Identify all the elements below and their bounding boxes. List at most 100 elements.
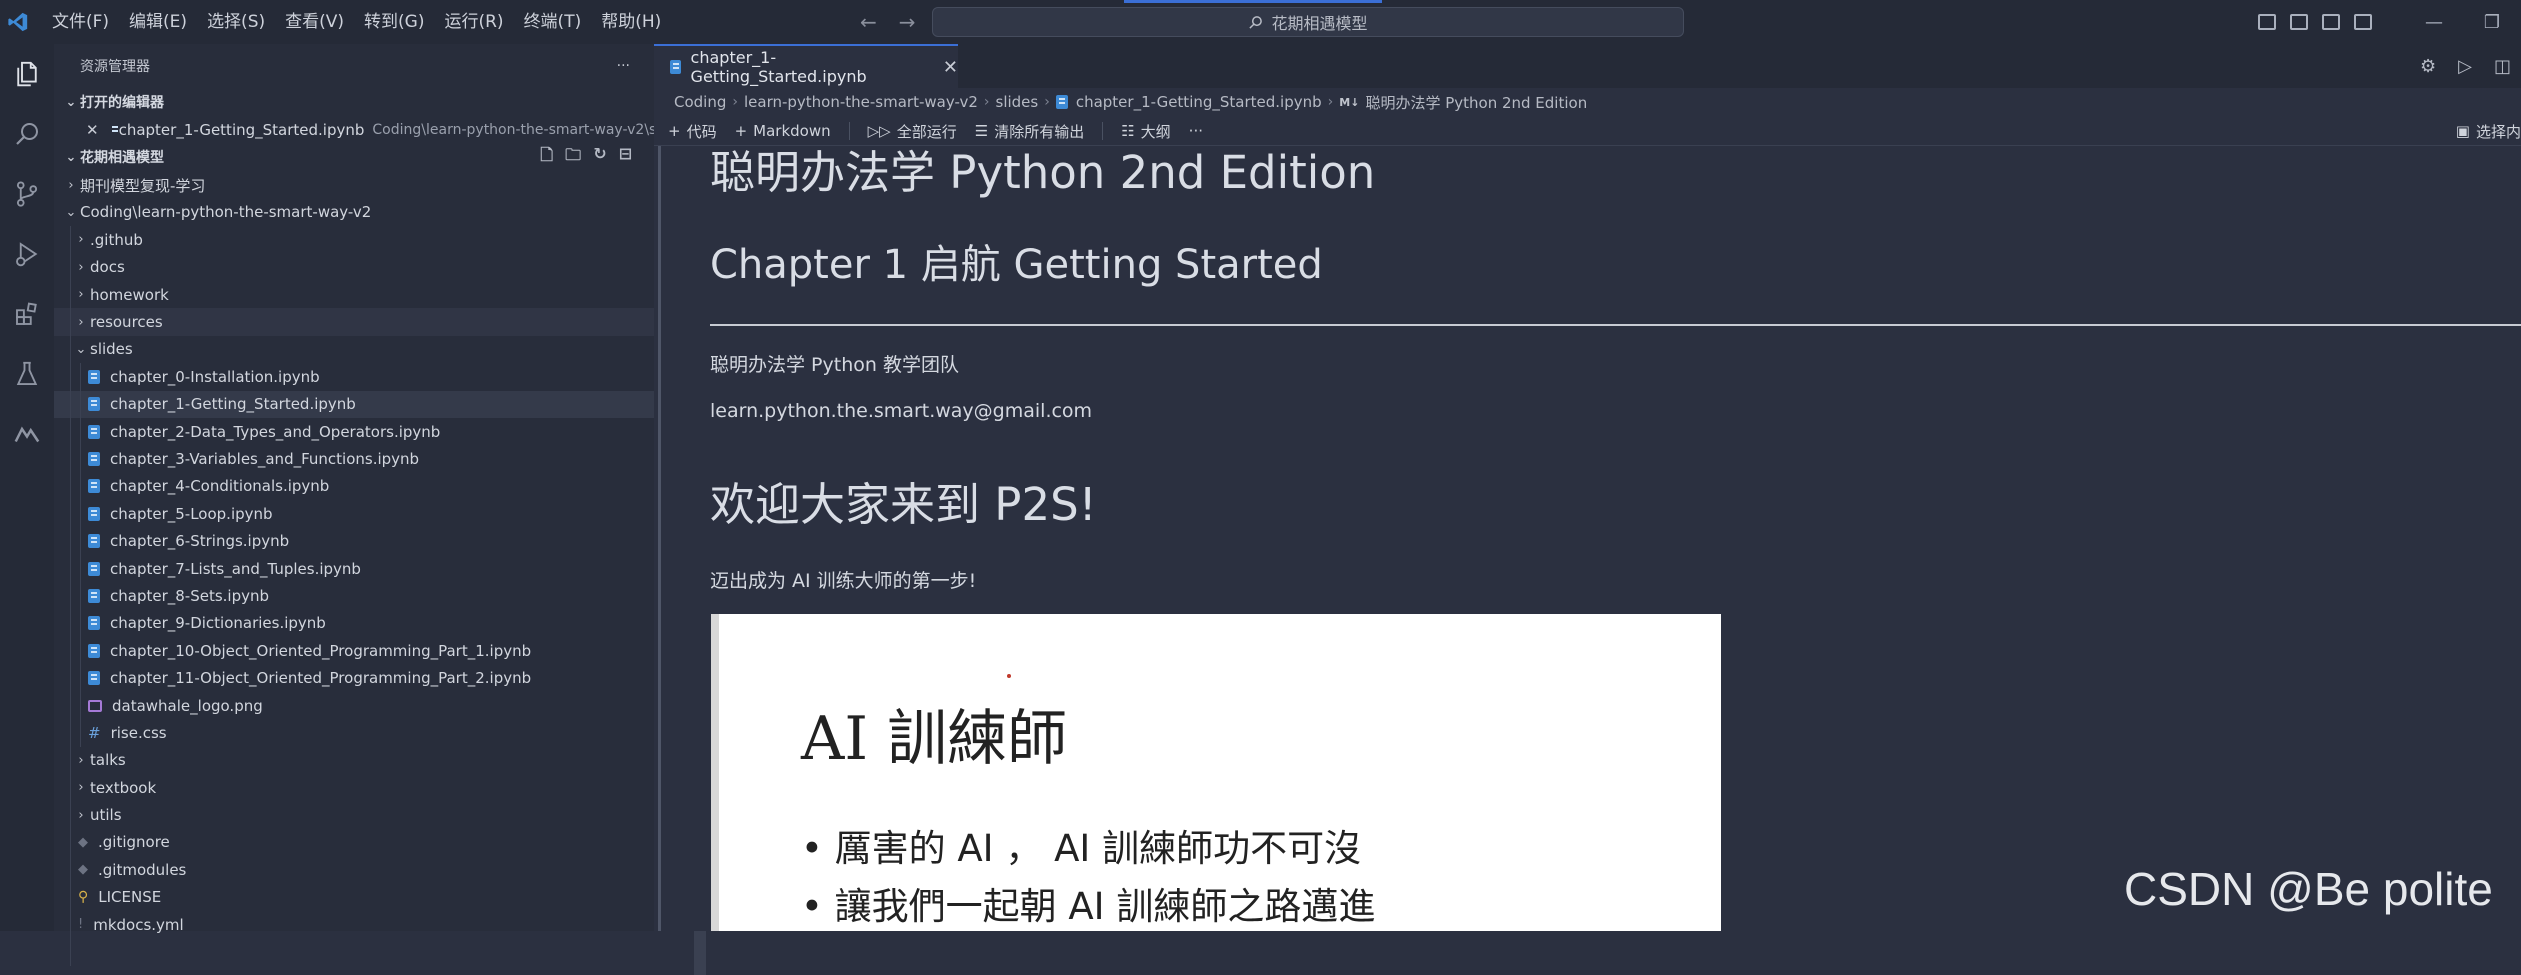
folder-item[interactable]: › 期刊模型复现-学习 [54, 171, 654, 198]
tree-item-label: chapter_4-Conditionals.ipynb [110, 477, 330, 496]
tree-item-label: chapter_2-Data_Types_and_Operators.ipynb [110, 422, 441, 441]
folder-item[interactable]: › .github [54, 226, 654, 253]
outline-button[interactable]: ☷ 大纲 [1121, 121, 1170, 142]
more-actions-icon[interactable]: ··· [617, 58, 630, 74]
toggle-secondary-sidebar-icon[interactable] [2322, 14, 2340, 30]
tree-item-label: resources [90, 313, 163, 332]
file-item[interactable]: chapter_2-Data_Types_and_Operators.ipynb [54, 418, 654, 445]
menu-view[interactable]: 查看(V) [275, 0, 354, 44]
kernel-icon: ▣ [2455, 122, 2470, 140]
run-icon[interactable]: ▷ [2458, 56, 2472, 77]
menu-terminal[interactable]: 终端(T) [514, 0, 592, 44]
customize-layout-icon[interactable] [2354, 14, 2372, 30]
source-control-icon[interactable] [0, 164, 54, 224]
extensions-icon[interactable] [0, 284, 54, 344]
menu-run[interactable]: 运行(R) [434, 0, 513, 44]
close-icon[interactable]: ✕ [943, 57, 958, 78]
clear-outputs-button[interactable]: ☰ 清除所有输出 [975, 121, 1084, 142]
back-arrow-icon[interactable]: ← [860, 10, 877, 34]
gear-icon[interactable]: ⚙ [2420, 56, 2436, 77]
toggle-panel-icon[interactable] [2290, 14, 2308, 30]
chevron-down-icon: ⌄ [65, 149, 77, 165]
file-item[interactable]: chapter_11-Object_Oriented_Programming_P… [54, 664, 654, 691]
horizontal-rule [710, 324, 2521, 326]
add-markdown-button[interactable]: + Markdown [735, 122, 831, 140]
menu-selection[interactable]: 选择(S) [197, 0, 275, 44]
email-text: learn.python.the.smart.way@gmail.com [710, 400, 1093, 422]
file-item[interactable]: # rise.css [54, 719, 654, 746]
testing-flask-icon[interactable] [0, 344, 54, 404]
notebook-file-icon [88, 369, 100, 384]
file-item[interactable]: datawhale_logo.png [54, 692, 654, 719]
run-all-button[interactable]: ▷▷ 全部运行 [868, 121, 957, 142]
tree-item-label: chapter_5-Loop.ipynb [110, 504, 273, 523]
tree-item-label: 期刊模型复现-学习 [80, 176, 206, 195]
file-item[interactable]: chapter_3-Variables_and_Functions.ipynb [54, 445, 654, 472]
folder-item[interactable]: › resources [54, 308, 654, 336]
file-item[interactable]: ◆ .gitmodules [54, 856, 654, 883]
search-icon[interactable] [0, 104, 54, 164]
breadcrumb-slides[interactable]: slides [996, 93, 1039, 111]
close-icon[interactable]: ✕ [86, 121, 99, 139]
workspace-section[interactable]: ⌄ 花期相遇模型 🗋 🗀 ↻ ⊟ [54, 143, 654, 171]
file-item[interactable]: chapter_6-Strings.ipynb [54, 527, 654, 554]
notebook-file-icon [1055, 95, 1068, 109]
breadcrumb-repo[interactable]: learn-python-the-smart-way-v2 [744, 93, 978, 111]
clear-outputs-label: 清除所有输出 [994, 122, 1085, 141]
file-item[interactable]: chapter_10-Object_Oriented_Programming_P… [54, 637, 654, 664]
file-item[interactable]: chapter_4-Conditionals.ipynb [54, 473, 654, 500]
command-center-search[interactable]: 花期相遇模型 [932, 7, 1684, 37]
tree-item-label: .github [90, 230, 143, 249]
editor-area: chapter_1-Getting_Started.ipynb ✕ ⚙ ▷ ◫ … [654, 44, 2521, 931]
folder-item[interactable]: › docs [54, 254, 654, 281]
run-debug-icon[interactable] [0, 224, 54, 284]
breadcrumb-heading[interactable]: 聪明办法学 Python 2nd Edition [1365, 92, 1587, 113]
file-item[interactable]: chapter_1-Getting_Started.ipynb [54, 390, 654, 418]
breadcrumb-file[interactable]: chapter_1-Getting_Started.ipynb [1076, 93, 1322, 111]
nav-arrows: ← → [860, 0, 916, 44]
minimize-icon[interactable]: — [2405, 12, 2463, 33]
file-item[interactable]: ⚲ LICENSE [54, 884, 654, 911]
folder-item[interactable]: › talks [54, 747, 654, 774]
toggle-sidebar-icon[interactable] [2258, 14, 2276, 30]
restore-icon[interactable]: ❐ [2463, 12, 2521, 33]
breadcrumb-coding[interactable]: Coding [674, 93, 726, 111]
explorer-icon[interactable] [0, 44, 54, 104]
forward-arrow-icon[interactable]: → [899, 10, 916, 34]
collapse-all-icon[interactable]: ⊟ [619, 144, 632, 171]
explorer-title: 资源管理器 [80, 59, 150, 75]
file-tree: › 期刊模型复现-学习 ⌄ Coding\learn-python-the-smart… [54, 171, 654, 966]
file-item[interactable]: ! mkdocs.yml [54, 911, 654, 938]
file-item[interactable]: chapter_8-Sets.ipynb [54, 582, 654, 609]
file-item[interactable]: chapter_9-Dictionaries.ipynb [54, 610, 654, 637]
menu-edit[interactable]: 编辑(E) [119, 0, 197, 44]
file-item[interactable]: chapter_5-Loop.ipynb [54, 500, 654, 527]
open-editor-item[interactable]: ✕ chapter_1-Getting_Started.ipynb Coding… [54, 116, 670, 143]
new-folder-icon[interactable]: 🗀 [565, 144, 581, 171]
tab-chapter-1[interactable]: chapter_1-Getting_Started.ipynb ✕ [654, 44, 958, 88]
menu-go[interactable]: 转到(G) [354, 0, 434, 44]
refresh-icon[interactable]: ↻ [593, 144, 606, 171]
menu-help[interactable]: 帮助(H) [591, 0, 671, 44]
indent-guide [80, 363, 81, 747]
file-item[interactable]: chapter_0-Installation.ipynb [54, 363, 654, 390]
folder-item[interactable]: › textbook [54, 774, 654, 801]
file-item[interactable]: chapter_7-Lists_and_Tuples.ipynb [54, 555, 654, 582]
remote-explorer-icon[interactable] [0, 404, 54, 464]
add-code-button[interactable]: + 代码 [668, 121, 717, 142]
folder-item[interactable]: › utils [54, 801, 654, 828]
menu-file[interactable]: 文件(F) [42, 0, 119, 44]
select-kernel-button[interactable]: ▣ 选择内 [2456, 121, 2521, 142]
license-file-icon: ⚲ [78, 889, 89, 906]
open-editors-section[interactable]: ⌄ 打开的编辑器 [54, 88, 654, 116]
tree-item-label: chapter_9-Dictionaries.ipynb [110, 614, 326, 633]
split-editor-icon[interactable]: ◫ [2494, 56, 2511, 77]
folder-item[interactable]: › homework [54, 281, 654, 308]
notebook-content[interactable]: 聪明办法学 Python 2nd Edition Chapter 1 启航 Ge… [654, 146, 2521, 931]
new-file-icon[interactable]: 🗋 [540, 144, 553, 171]
open-editors-title: 打开的编辑器 [80, 95, 164, 111]
folder-item[interactable]: ⌄ slides [54, 336, 654, 363]
toolbar-more-button[interactable]: ··· [1189, 122, 1203, 140]
file-item[interactable]: ◆ .gitignore [54, 829, 654, 856]
folder-item[interactable]: ⌄ Coding\learn-python-the-smart-way-v2 [54, 199, 654, 226]
